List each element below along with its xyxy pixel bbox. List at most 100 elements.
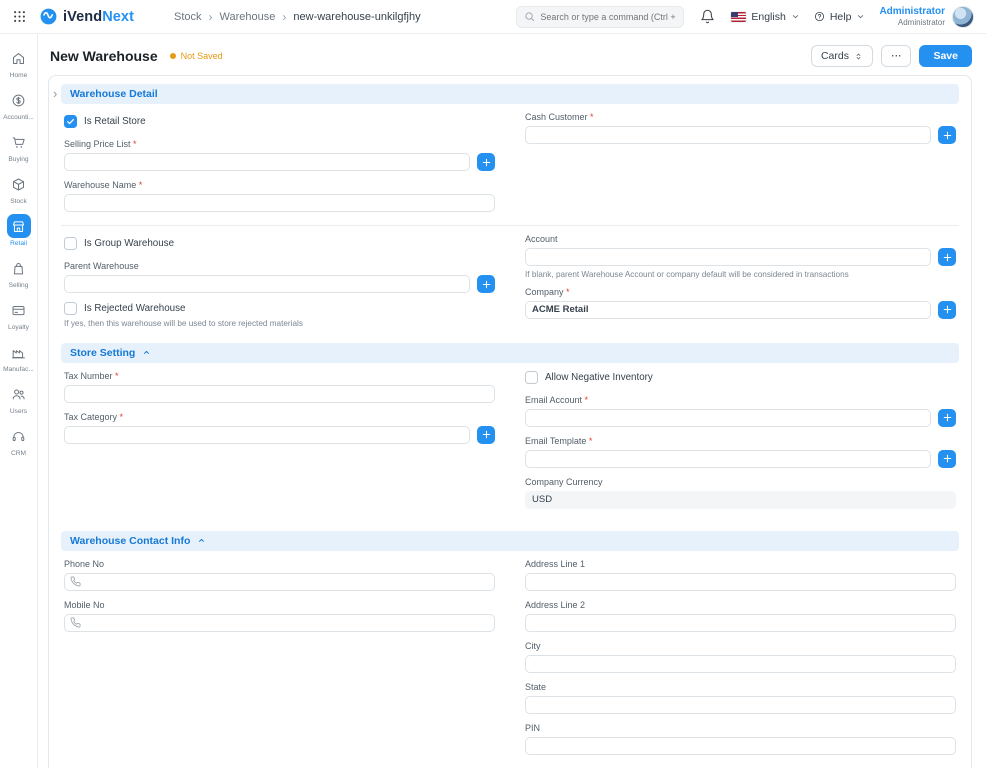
status-badge: Not Saved bbox=[170, 51, 223, 61]
save-button[interactable]: Save bbox=[919, 45, 972, 67]
account-add-button[interactable] bbox=[938, 248, 956, 266]
allow-negative-inventory-checkbox[interactable]: Allow Negative Inventory bbox=[525, 371, 956, 384]
is-retail-store-checkbox[interactable]: Is Retail Store bbox=[64, 115, 495, 128]
selling-price-list-input[interactable] bbox=[64, 153, 470, 171]
checkbox-unchecked-icon[interactable] bbox=[525, 371, 538, 384]
field-label: Email Account * bbox=[525, 395, 956, 405]
crm-headset-icon bbox=[7, 424, 31, 448]
pin-input[interactable] bbox=[525, 737, 956, 755]
field-label: Company * bbox=[525, 287, 956, 297]
status-text: Not Saved bbox=[181, 51, 223, 61]
checkbox-unchecked-icon[interactable] bbox=[64, 237, 77, 250]
language-selector[interactable]: English bbox=[731, 11, 799, 23]
stock-box-icon bbox=[7, 172, 31, 196]
sidebar-item-accounting[interactable]: Accounti... bbox=[0, 88, 38, 121]
email-template-input[interactable] bbox=[525, 450, 931, 468]
field-label: PIN bbox=[525, 723, 956, 733]
field-label: State bbox=[525, 682, 956, 692]
mobile-no-input[interactable] bbox=[64, 614, 495, 632]
chevron-up-icon bbox=[197, 536, 206, 545]
warehouse-name-input[interactable] bbox=[64, 194, 495, 212]
sidebar-item-loyalty[interactable]: Loyalty bbox=[0, 298, 38, 331]
section-warehouse-contact-info[interactable]: Warehouse Contact Info bbox=[61, 531, 959, 551]
sidebar-item-home[interactable]: Home bbox=[0, 46, 38, 79]
sidebar-item-manufacturing[interactable]: Manufac... bbox=[0, 340, 38, 373]
pin-field: PIN bbox=[525, 723, 956, 755]
cash-customer-add-button[interactable] bbox=[938, 126, 956, 144]
search-input[interactable] bbox=[540, 12, 676, 22]
app-logo[interactable]: iVendNext bbox=[39, 7, 134, 26]
field-label: Tax Category * bbox=[64, 412, 495, 422]
sidebar-item-retail[interactable]: Retail bbox=[0, 214, 38, 247]
users-icon bbox=[7, 382, 31, 406]
is-rejected-warehouse-checkbox[interactable]: Is Rejected Warehouse bbox=[64, 302, 495, 315]
sidebar-item-stock[interactable]: Stock bbox=[0, 172, 38, 205]
company-input[interactable] bbox=[525, 301, 931, 319]
global-search[interactable] bbox=[516, 6, 684, 28]
expand-sidebar-toggle[interactable]: › bbox=[51, 85, 59, 102]
more-options-button[interactable]: ⋯ bbox=[881, 45, 912, 67]
breadcrumb-stock[interactable]: Stock bbox=[174, 11, 202, 23]
account-input[interactable] bbox=[525, 248, 931, 266]
sidebar-label: Users bbox=[10, 408, 27, 415]
help-menu[interactable]: Help bbox=[814, 11, 866, 23]
avatar bbox=[952, 6, 974, 28]
state-field: State bbox=[525, 682, 956, 714]
parent-warehouse-input[interactable] bbox=[64, 275, 470, 293]
field-label: Selling Price List * bbox=[64, 139, 495, 149]
section-warehouse-detail[interactable]: Warehouse Detail bbox=[61, 84, 959, 104]
checkbox-unchecked-icon[interactable] bbox=[64, 302, 77, 315]
tax-number-input[interactable] bbox=[64, 385, 495, 403]
email-account-add-button[interactable] bbox=[938, 409, 956, 427]
select-carets-icon bbox=[854, 52, 863, 61]
sidebar-item-buying[interactable]: Buying bbox=[0, 130, 38, 163]
field-label: Cash Customer * bbox=[525, 112, 956, 122]
company-add-button[interactable] bbox=[938, 301, 956, 319]
breadcrumb-current: new-warehouse-unkilgfjhy bbox=[293, 11, 420, 23]
sidebar-label: Retail bbox=[10, 240, 27, 247]
language-label: English bbox=[751, 11, 785, 23]
email-account-field: Email Account * bbox=[525, 395, 956, 427]
selling-price-list-field: Selling Price List * bbox=[64, 139, 495, 171]
sidebar-item-crm[interactable]: CRM bbox=[0, 424, 38, 457]
page-header: New Warehouse Not Saved Cards ⋯ Save bbox=[38, 34, 986, 75]
email-template-field: Email Template * bbox=[525, 436, 956, 468]
email-account-input[interactable] bbox=[525, 409, 931, 427]
us-flag-icon bbox=[731, 12, 746, 22]
phone-icon bbox=[70, 617, 81, 628]
checkbox-checked-icon[interactable] bbox=[64, 115, 77, 128]
parent-warehouse-add-button[interactable] bbox=[477, 275, 495, 293]
tax-category-input[interactable] bbox=[64, 426, 470, 444]
is-group-warehouse-checkbox[interactable]: Is Group Warehouse bbox=[64, 237, 495, 250]
selling-price-list-add-button[interactable] bbox=[477, 153, 495, 171]
left-sidebar: Home Accounti... Buying Stock Retail Sel… bbox=[0, 34, 38, 768]
apps-grid-icon[interactable] bbox=[12, 9, 27, 24]
chevron-up-icon bbox=[142, 348, 151, 357]
state-input[interactable] bbox=[525, 696, 956, 714]
email-template-add-button[interactable] bbox=[938, 450, 956, 468]
address-line-2-input[interactable] bbox=[525, 614, 956, 632]
city-input[interactable] bbox=[525, 655, 956, 673]
user-menu[interactable]: Administrator Administrator bbox=[879, 6, 974, 28]
cards-view-button[interactable]: Cards bbox=[811, 45, 873, 67]
tax-number-field: Tax Number * bbox=[64, 371, 495, 403]
sidebar-item-users[interactable]: Users bbox=[0, 382, 38, 415]
phone-no-input[interactable] bbox=[64, 573, 495, 591]
chevron-down-icon bbox=[791, 12, 800, 21]
address-line-1-input[interactable] bbox=[525, 573, 956, 591]
tax-category-add-button[interactable] bbox=[477, 426, 495, 444]
field-label: Address Line 1 bbox=[525, 559, 956, 569]
cash-customer-input[interactable] bbox=[525, 126, 931, 144]
sidebar-item-selling[interactable]: Selling bbox=[0, 256, 38, 289]
section-divider bbox=[61, 225, 959, 226]
breadcrumb-warehouse[interactable]: Warehouse bbox=[220, 11, 276, 23]
breadcrumb-separator: › bbox=[209, 10, 213, 24]
phone-no-field: Phone No bbox=[64, 559, 495, 591]
search-icon bbox=[524, 11, 535, 22]
section-store-setting[interactable]: Store Setting bbox=[61, 343, 959, 363]
help-label: Help bbox=[830, 11, 852, 23]
sidebar-label: Selling bbox=[9, 282, 29, 289]
notifications-bell-icon[interactable] bbox=[698, 7, 717, 26]
cash-customer-field: Cash Customer * bbox=[525, 112, 956, 144]
account-field: Account If blank, parent Warehouse Accou… bbox=[525, 234, 956, 281]
